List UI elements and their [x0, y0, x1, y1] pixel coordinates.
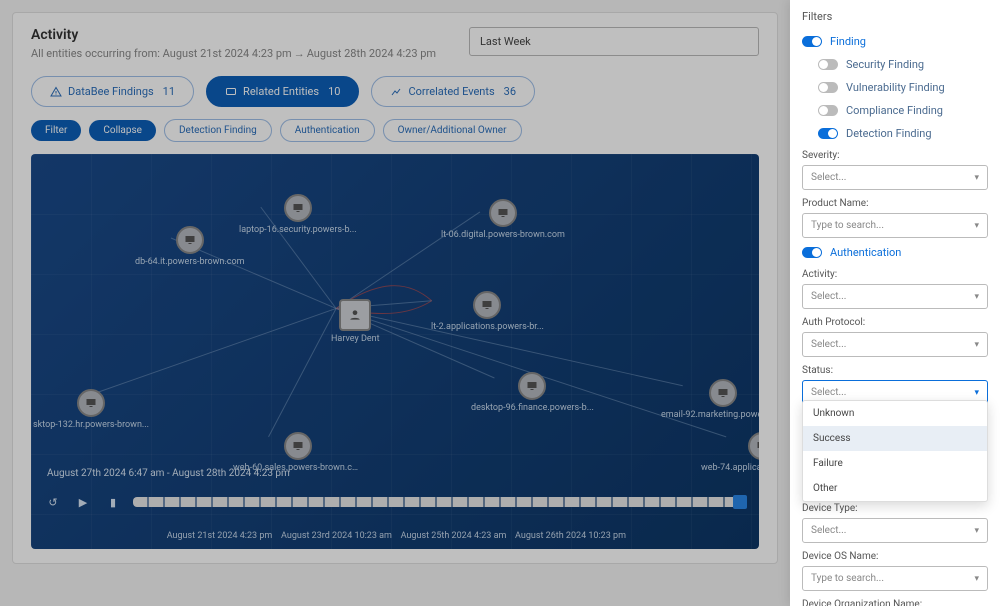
toggle-vulnerability-finding[interactable]: Vulnerability Finding: [802, 81, 988, 94]
monitor-icon: [756, 440, 759, 452]
label-activity: Activity:: [802, 269, 988, 280]
monitor-icon: [497, 207, 509, 219]
entities-icon: [225, 86, 237, 98]
input-product-name[interactable]: Type to search...▾: [802, 213, 988, 238]
chevron-down-icon: ▾: [974, 574, 979, 584]
toggle-finding[interactable]: Finding: [802, 35, 988, 48]
toggle-detection-finding[interactable]: Detection Finding: [802, 127, 988, 140]
chevron-down-icon: ▾: [974, 173, 979, 183]
date-range-select[interactable]: Last Week: [469, 27, 759, 56]
chevron-down-icon: ▾: [974, 221, 979, 231]
select-severity[interactable]: Select...▾: [802, 165, 988, 190]
tab-related-entities[interactable]: Related Entities10: [206, 76, 359, 107]
monitor-icon: [292, 202, 304, 214]
monitor-icon: [85, 397, 97, 409]
status-option-unknown[interactable]: Unknown: [803, 401, 987, 426]
graph-node[interactable]: sktop-132.hr.powers-brown...: [33, 389, 149, 430]
visible-range-label: August 27th 2024 6:47 am - August 28th 2…: [47, 468, 290, 479]
graph-node[interactable]: desktop-96.finance.powers-b...: [471, 372, 594, 413]
toggle-compliance-finding[interactable]: Compliance Finding: [802, 104, 988, 117]
label-device-type: Device Type:: [802, 503, 988, 514]
label-severity: Severity:: [802, 150, 988, 161]
graph-node[interactable]: email-92.marketing.powers-b...: [661, 379, 759, 420]
select-device-type[interactable]: Select...▾: [802, 518, 988, 543]
scrubber-handle[interactable]: [733, 495, 747, 509]
select-activity[interactable]: Select...▾: [802, 284, 988, 309]
label-auth-protocol: Auth Protocol:: [802, 317, 988, 328]
monitor-icon: [481, 299, 493, 311]
chip-detection-finding[interactable]: Detection Finding: [164, 119, 272, 142]
page-title: Activity: [31, 27, 449, 43]
label-status: Status:: [802, 365, 988, 376]
chevron-down-icon: ▾: [974, 526, 979, 536]
tab-correlated-events[interactable]: Correlated Events36: [371, 76, 535, 107]
status-dropdown: Unknown Success Failure Other: [802, 400, 988, 502]
chevron-down-icon: ▾: [974, 340, 979, 350]
user-icon: [348, 308, 362, 322]
filters-title: Filters: [802, 10, 988, 23]
chevron-down-icon: ▾: [974, 292, 979, 302]
speed-button[interactable]: ▮: [103, 492, 123, 512]
status-option-success[interactable]: Success: [803, 426, 987, 451]
collapse-chip[interactable]: Collapse: [89, 120, 156, 141]
label-product-name: Product Name:: [802, 198, 988, 209]
label-device-org: Device Organization Name:: [802, 599, 988, 606]
tab-databee-findings[interactable]: DataBee Findings11: [31, 76, 194, 107]
rewind-button[interactable]: ↺: [43, 492, 63, 512]
monitor-icon: [292, 440, 304, 452]
toggle-authentication[interactable]: Authentication: [802, 246, 988, 259]
events-icon: [390, 86, 402, 98]
chip-owner[interactable]: Owner/Additional Owner: [383, 119, 522, 142]
chip-authentication[interactable]: Authentication: [280, 119, 375, 142]
select-auth-protocol[interactable]: Select...▾: [802, 332, 988, 357]
activity-subtitle: All entities occurring from: August 21st…: [31, 47, 449, 60]
chevron-down-icon: ▾: [974, 388, 979, 398]
monitor-icon: [717, 387, 729, 399]
graph-node[interactable]: lt-2.applications.powers-br...: [431, 291, 544, 332]
label-device-os: Device OS Name:: [802, 551, 988, 562]
input-device-os[interactable]: Type to search...▾: [802, 566, 988, 591]
graph-node[interactable]: web-74.applications.powers-...: [701, 432, 759, 473]
play-button[interactable]: ▶: [73, 492, 93, 512]
timeline-scrubber[interactable]: [133, 497, 747, 507]
graph-node[interactable]: laptop-16.security.powers-b...: [239, 194, 357, 235]
warning-icon: [50, 86, 62, 98]
graph-node[interactable]: db-64.it.powers-brown.com: [135, 226, 245, 267]
graph-node[interactable]: lt-06.digital.powers-brown.com: [441, 199, 565, 240]
filters-panel: Filters Finding Security Finding Vulnera…: [790, 0, 1000, 606]
monitor-icon: [184, 234, 196, 246]
entity-graph[interactable]: Harvey Dent laptop-16.security.powers-b.…: [31, 154, 759, 549]
status-option-other[interactable]: Other: [803, 476, 987, 501]
filter-chip[interactable]: Filter: [31, 120, 81, 141]
status-option-failure[interactable]: Failure: [803, 451, 987, 476]
monitor-icon: [526, 380, 538, 392]
graph-node[interactable]: web-60.sales.powers-brown.com: [233, 432, 363, 473]
toggle-security-finding[interactable]: Security Finding: [802, 58, 988, 71]
graph-node-user[interactable]: Harvey Dent: [331, 299, 380, 344]
timeline-ticks: August 21st 2024 4:23 pm August 23rd 202…: [31, 531, 759, 541]
